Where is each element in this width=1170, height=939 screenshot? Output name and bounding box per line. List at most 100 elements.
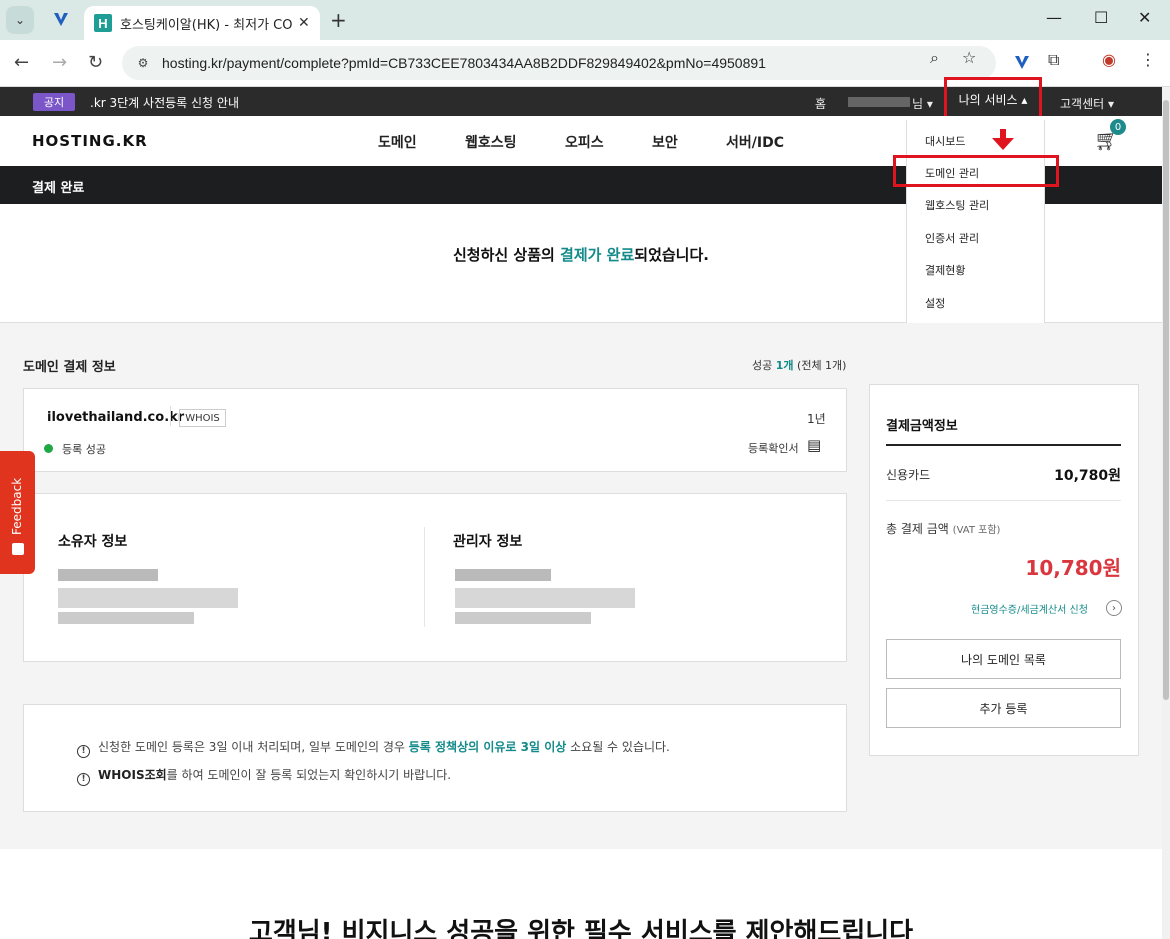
notice-link[interactable]: .kr 3단계 사전등록 신청 안내 [90, 94, 239, 111]
tab-close-icon[interactable]: ✕ [298, 15, 310, 31]
my-service-menu[interactable]: 나의 서비스 ▴ [944, 77, 1042, 121]
hero-text-pre: 신청하신 상품의 [453, 246, 561, 264]
notice-badge: 공지 [33, 93, 75, 111]
minimize-button[interactable]: — [1046, 8, 1062, 27]
admin-info-title: 관리자 정보 [453, 534, 523, 550]
tab-title: 호스팅케이알(HK) - 최저가 CO [120, 17, 292, 33]
v-extension-toolbar-icon[interactable] [1013, 53, 1031, 71]
user-menu[interactable]: 님 ▾ [912, 95, 933, 112]
success-status-dot [44, 444, 53, 453]
profile-avatar-icon[interactable]: ◉ [1102, 50, 1116, 69]
support-menu[interactable]: 고객센터 ▾ [1060, 95, 1114, 112]
address-bar[interactable]: ⚙ hosting.kr/payment/complete?pmId=CB733… [122, 46, 996, 80]
hero-text-post: 되었습니다. [634, 246, 709, 264]
hosting-favicon-icon: H [94, 14, 112, 32]
total-payment-label: 총 결제 금액 (VAT 포함) [886, 520, 1000, 537]
forward-icon[interactable]: → [52, 52, 67, 73]
note-whois-check: ! WHOIS조회를 하여 도메인이 잘 등록 되었는지 확인하시기 바랍니다. [77, 766, 451, 786]
payment-title-underline [886, 444, 1121, 446]
card-payment-amount: 10,780원 [1054, 468, 1121, 484]
payment-summary-title: 결제금액정보 [886, 419, 958, 434]
blurred-admin-name [455, 569, 551, 581]
warning-icon: ! [77, 773, 90, 786]
success-count: 성공 1개 (전체 1개) [752, 357, 846, 373]
browser-tabbar: ⌄ H 호스팅케이알(HK) - 최저가 CO ✕ + — ☐ ✕ [0, 0, 1170, 40]
nav-server-idc[interactable]: 서버/IDC [726, 132, 784, 152]
notes-card [23, 704, 847, 812]
warning-icon: ! [77, 745, 90, 758]
add-registration-button[interactable]: 추가 등록 [886, 688, 1121, 728]
domain-divider [170, 406, 171, 426]
v-extension-icon[interactable] [52, 10, 70, 28]
feedback-label: Feedback [10, 477, 24, 535]
total-payment-amount: 10,780원 [1025, 556, 1121, 580]
home-link[interactable]: 홈 [815, 95, 826, 112]
blurred-owner-email [58, 588, 238, 608]
page-title: 결제 완료 [32, 181, 85, 196]
dropdown-item-settings[interactable]: 설정 [925, 295, 945, 311]
registration-period: 1년 [807, 412, 826, 426]
success-label: 성공 [752, 359, 776, 372]
nav-webhosting[interactable]: 웹호스팅 [465, 132, 517, 152]
domain-result-card [23, 388, 847, 472]
dropdown-item-payment-status[interactable]: 결제현황 [925, 262, 965, 278]
recommendation-heading: 고객님! 비지니스 성공을 위한 필수 서비스를 제안해드립니다 [248, 918, 914, 939]
my-service-dropdown: 대시보드 도메인 관리 웹호스팅 관리 인증서 관리 결제현황 설정 [906, 120, 1045, 323]
domain-payment-info-title: 도메인 결제 정보 [23, 360, 116, 375]
blurred-admin-phone [455, 612, 591, 624]
dropdown-item-dashboard[interactable]: 대시보드 [925, 133, 965, 149]
contacts-divider [424, 527, 425, 627]
note2-post: 를 하여 도메인이 잘 등록 되었는지 확인하시기 바랍니다. [166, 768, 452, 782]
registration-status: 등록 성공 [62, 443, 106, 456]
blurred-admin-email [455, 588, 635, 608]
note1-post: 소요될 수 있습니다. [566, 740, 670, 754]
total-count: (전체 1개) [793, 359, 847, 372]
blurred-owner-name [58, 569, 158, 581]
maximize-button[interactable]: ☐ [1094, 8, 1108, 27]
owner-info-title: 소유자 정보 [58, 534, 128, 550]
nav-security[interactable]: 보안 [652, 132, 678, 152]
bookmark-star-icon[interactable]: ☆ [962, 48, 976, 67]
nav-domain[interactable]: 도메인 [378, 132, 417, 152]
success-count-value: 1개 [775, 359, 794, 372]
back-icon[interactable]: ← [14, 52, 29, 73]
my-domain-list-button[interactable]: 나의 도메인 목록 [886, 639, 1121, 679]
feedback-smile-icon [12, 543, 24, 555]
card-payment-label: 신용카드 [886, 468, 931, 482]
dropdown-item-webhosting-management[interactable]: 웹호스팅 관리 [925, 197, 989, 213]
site-logo[interactable]: HOSTING.KR [32, 132, 148, 150]
blurred-username [848, 97, 910, 107]
certificate-document-icon[interactable]: ▤ [807, 436, 821, 454]
blurred-owner-phone [58, 612, 194, 624]
page-scrollbar-thumb[interactable] [1163, 100, 1169, 700]
hero-text-highlight: 결제가 완료 [560, 246, 635, 264]
zoom-icon[interactable]: ⌕ [930, 48, 939, 68]
total-label-text: 총 결제 금액 [886, 522, 949, 536]
url-text: hosting.kr/payment/complete?pmId=CB733CE… [162, 55, 766, 71]
note2-bold[interactable]: WHOIS조회 [98, 768, 167, 782]
red-down-arrow-icon [992, 129, 1014, 150]
note-processing-time: ! 신청한 도메인 등록은 3일 이내 처리되며, 일부 도메인의 경우 등록 정… [77, 738, 670, 758]
note1-highlight: 등록 정책상의 이유로 3일 이상 [408, 740, 567, 754]
cart-count-badge: 0 [1110, 119, 1126, 135]
site-info-icon[interactable]: ⚙ [132, 52, 154, 74]
feedback-tab[interactable]: Feedback [0, 451, 35, 574]
domain-name: ilovethailand.co.kr [47, 410, 185, 425]
new-tab-button[interactable]: + [330, 8, 347, 32]
registration-certificate-link[interactable]: 등록확인서 [748, 440, 799, 456]
extensions-puzzle-icon[interactable]: ⧉ [1048, 50, 1059, 70]
domain-management-highlight-box [893, 155, 1059, 187]
chevron-right-icon[interactable]: › [1106, 600, 1122, 616]
active-tab[interactable]: H 호스팅케이알(HK) - 최저가 CO ✕ [84, 6, 320, 40]
whois-button[interactable]: WHOIS [179, 409, 226, 427]
receipt-request-link[interactable]: 현금영수증/세금계산서 신청 [971, 601, 1088, 616]
dropdown-item-certificate-management[interactable]: 인증서 관리 [925, 230, 979, 246]
tab-search-icon[interactable]: ⌄ [6, 6, 34, 34]
payment-separator [886, 500, 1121, 501]
reload-icon[interactable]: ↻ [88, 52, 103, 73]
vat-note: (VAT 포함) [952, 525, 1001, 536]
note1-pre: 신청한 도메인 등록은 3일 이내 처리되며, 일부 도메인의 경우 [98, 740, 409, 754]
nav-office[interactable]: 오피스 [565, 132, 604, 152]
browser-menu-icon[interactable]: ⋮ [1140, 50, 1156, 69]
close-window-button[interactable]: ✕ [1138, 8, 1151, 27]
